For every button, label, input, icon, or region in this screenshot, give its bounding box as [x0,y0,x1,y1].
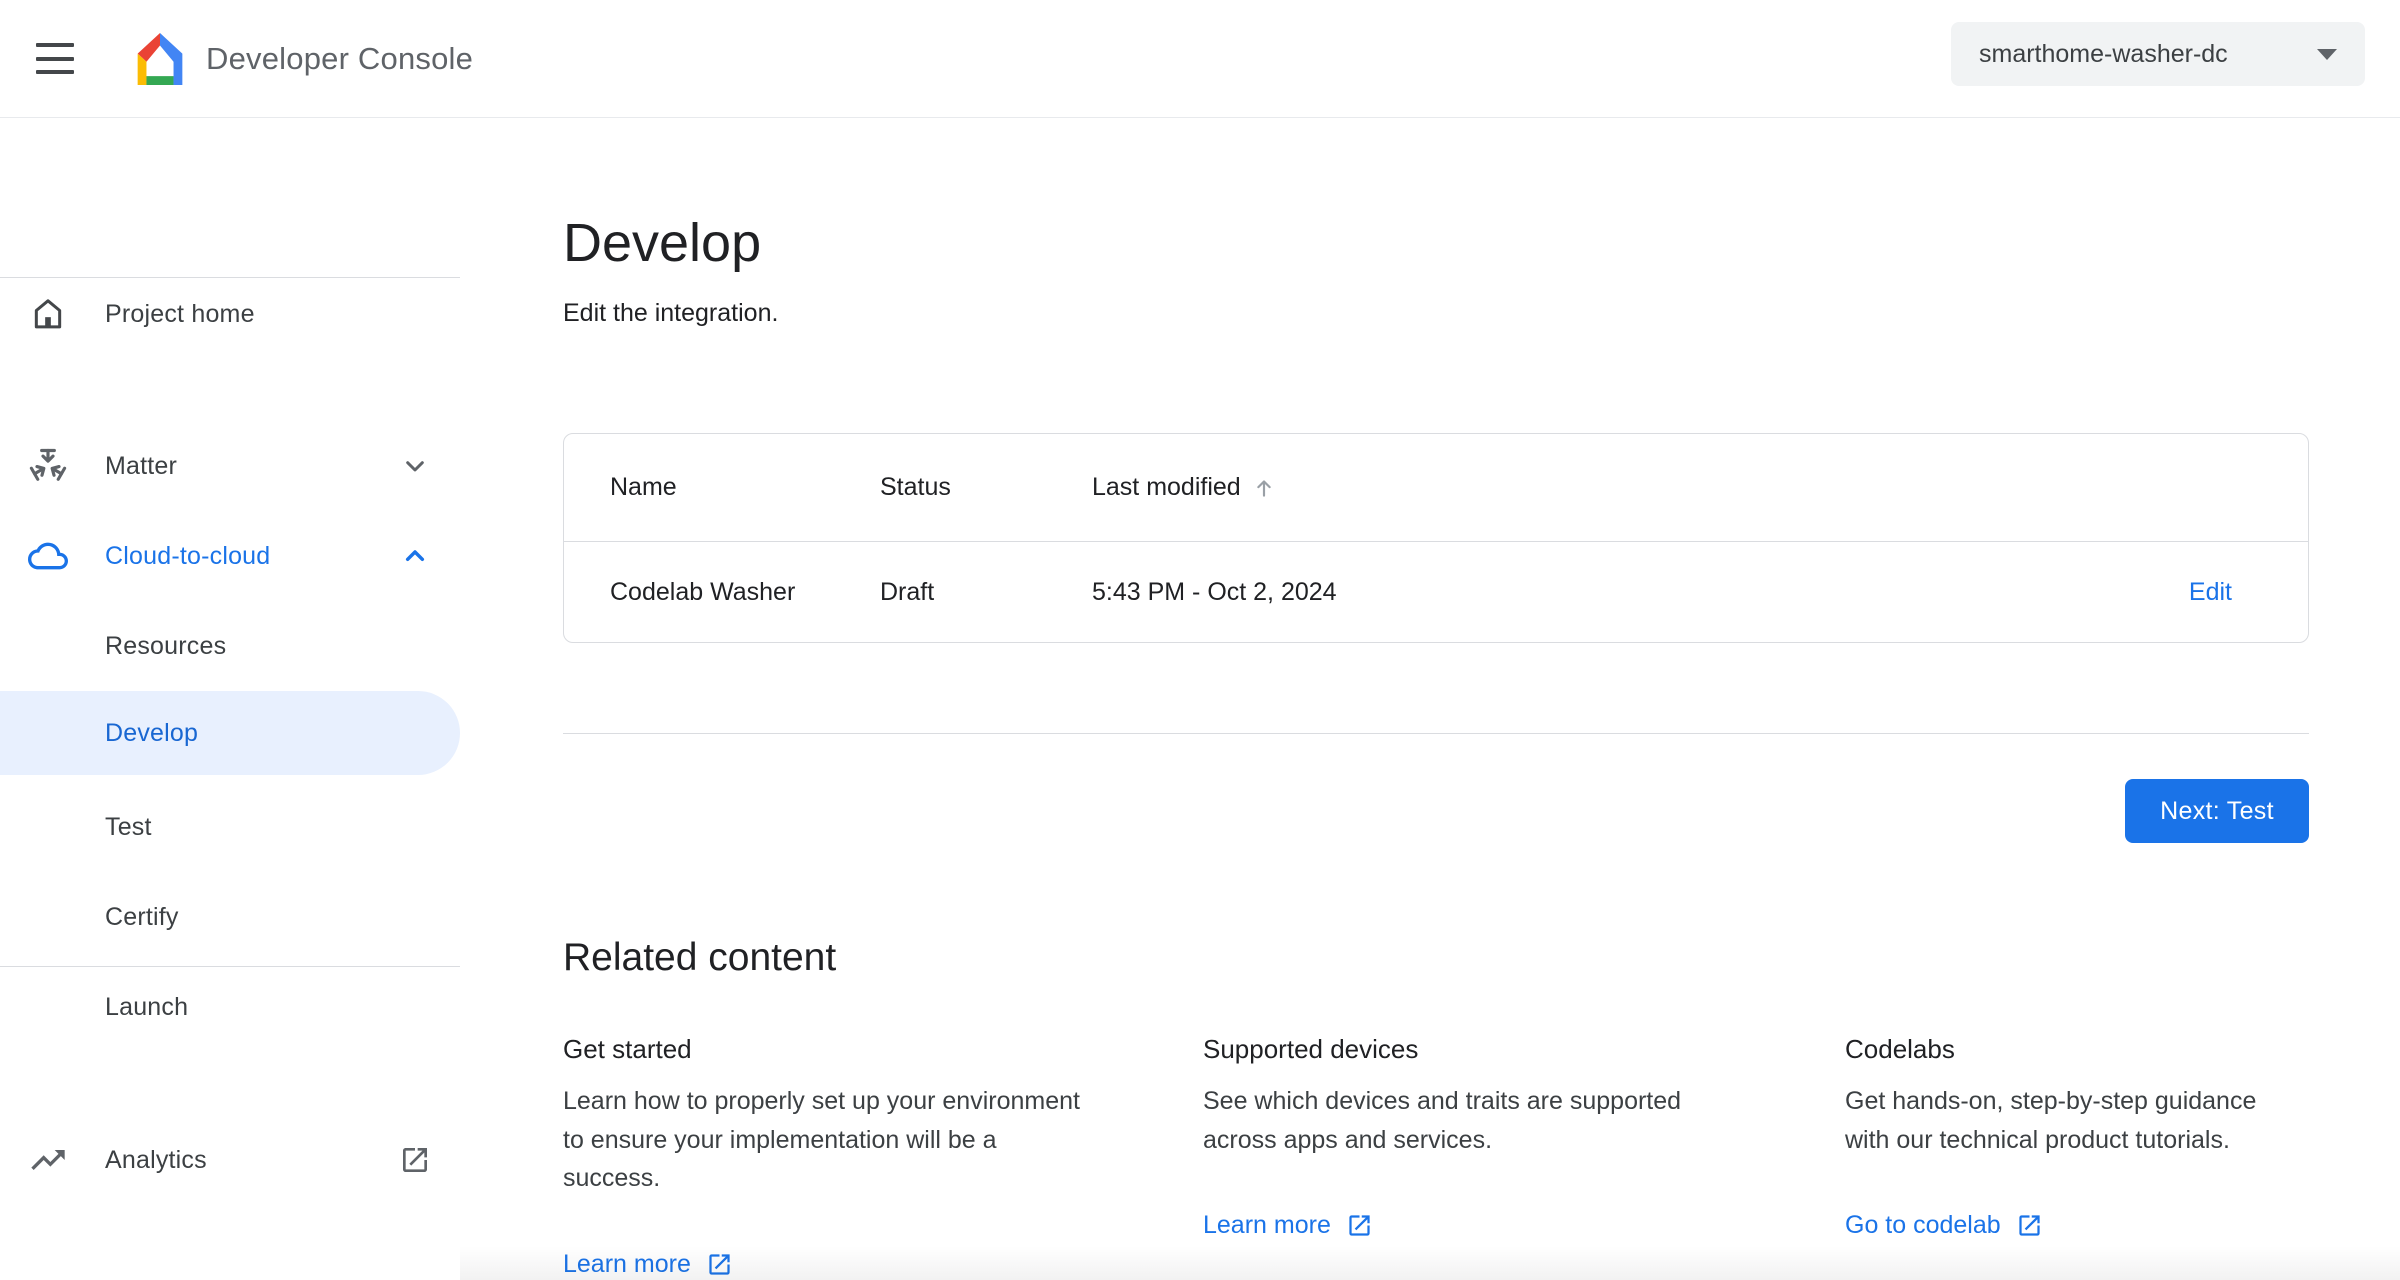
card-body: See which devices and traits are support… [1203,1087,1682,1154]
project-selector-value: smarthome-washer-dc [1979,39,2228,68]
integrations-table: Name Status Last modified Codelab Washer… [563,433,2309,643]
go-to-codelab-link[interactable]: Go to codelab [1845,1211,2043,1240]
sidebar-item-test[interactable]: Test [0,782,460,872]
learn-more-link[interactable]: Learn more [1203,1211,1373,1240]
matter-icon [29,448,67,481]
menu-icon[interactable] [36,43,74,74]
column-header-last-modified[interactable]: Last modified [1092,473,2308,502]
sidebar-item-analytics[interactable]: Analytics [0,1115,460,1205]
project-selector[interactable]: smarthome-washer-dc [1951,22,2365,86]
section-divider [563,733,2309,734]
dropdown-caret-icon [2317,48,2337,60]
link-label: Go to codelab [1845,1211,2001,1239]
learn-more-link[interactable]: Learn more [563,1250,733,1279]
sidebar-item-develop[interactable]: Develop [0,691,460,775]
card-title: Codelabs [1845,1034,1955,1064]
card-body: Learn how to properly set up your enviro… [563,1087,1080,1192]
sidebar-item-matter[interactable]: Matter [0,421,460,511]
sidebar-item-label: Develop [105,718,199,747]
related-content-title: Related content [563,936,837,979]
sidebar-item-certify[interactable]: Certify [0,872,460,962]
chevron-up-icon[interactable] [399,540,431,572]
sort-ascending-icon [1256,479,1271,497]
trending-up-icon [31,1150,65,1170]
sidebar: Project home Matter Cloud-to-cloud Resou… [0,118,460,1280]
status-badge: Draft [880,577,935,606]
sidebar-item-resources[interactable]: Resources [0,601,460,691]
sidebar-divider [0,277,460,278]
edit-link[interactable]: Edit [2189,578,2232,607]
external-link-icon [403,1148,427,1172]
card-title: Supported devices [1203,1034,1419,1064]
sidebar-item-label: Project home [105,299,255,328]
column-header-status: Status [880,473,951,501]
sidebar-item-label: Certify [105,902,179,931]
external-link-icon [2019,1215,2040,1236]
page-subtitle: Edit the integration. [563,299,779,327]
related-card-supported-devices: Supported devices See which devices and … [1203,1032,1708,1240]
card-body: Get hands-on, step-by-step guidance with… [1845,1087,2257,1154]
app-title: Developer Console [206,41,474,76]
card-title: Get started [563,1034,692,1064]
next-test-button[interactable]: Next: Test [2125,779,2309,843]
home-icon [34,299,62,329]
sidebar-item-label: Test [105,812,152,841]
google-home-logo [137,33,183,85]
sidebar-item-label: Resources [105,631,227,660]
sidebar-item-label: Analytics [105,1145,207,1174]
related-card-codelabs: Codelabs Get hands-on, step-by-step guid… [1845,1032,2281,1240]
column-header-name: Name [610,473,677,501]
external-link-icon [709,1253,730,1275]
last-modified-value: 5:43 PM - Oct 2, 2024 [1092,577,1337,606]
column-header-label: Last modified [1092,473,1241,501]
table-row: Codelab Washer Draft 5:43 PM - Oct 2, 20… [564,542,2308,642]
external-link-icon [1349,1215,1370,1236]
page-title: Develop [563,213,762,273]
integration-name: Codelab Washer [610,577,796,606]
sidebar-item-project-home[interactable]: Project home [0,269,460,359]
related-card-get-started: Get started Learn how to properly set up… [563,1032,1088,1279]
sidebar-item-cloud-to-cloud[interactable]: Cloud-to-cloud [0,511,460,601]
sidebar-item-launch[interactable]: Launch [0,962,460,1052]
cloud-icon [28,542,68,570]
link-label: Learn more [563,1249,691,1278]
sidebar-divider [0,966,460,967]
link-label: Learn more [1203,1211,1331,1239]
sidebar-item-label: Matter [105,451,178,480]
table-header-row: Name Status Last modified [564,434,2308,542]
sidebar-item-label: Launch [105,992,189,1021]
sidebar-item-label: Cloud-to-cloud [105,541,271,570]
app-header: Developer Console smarthome-washer-dc [0,0,2400,118]
chevron-down-icon[interactable] [399,450,431,482]
